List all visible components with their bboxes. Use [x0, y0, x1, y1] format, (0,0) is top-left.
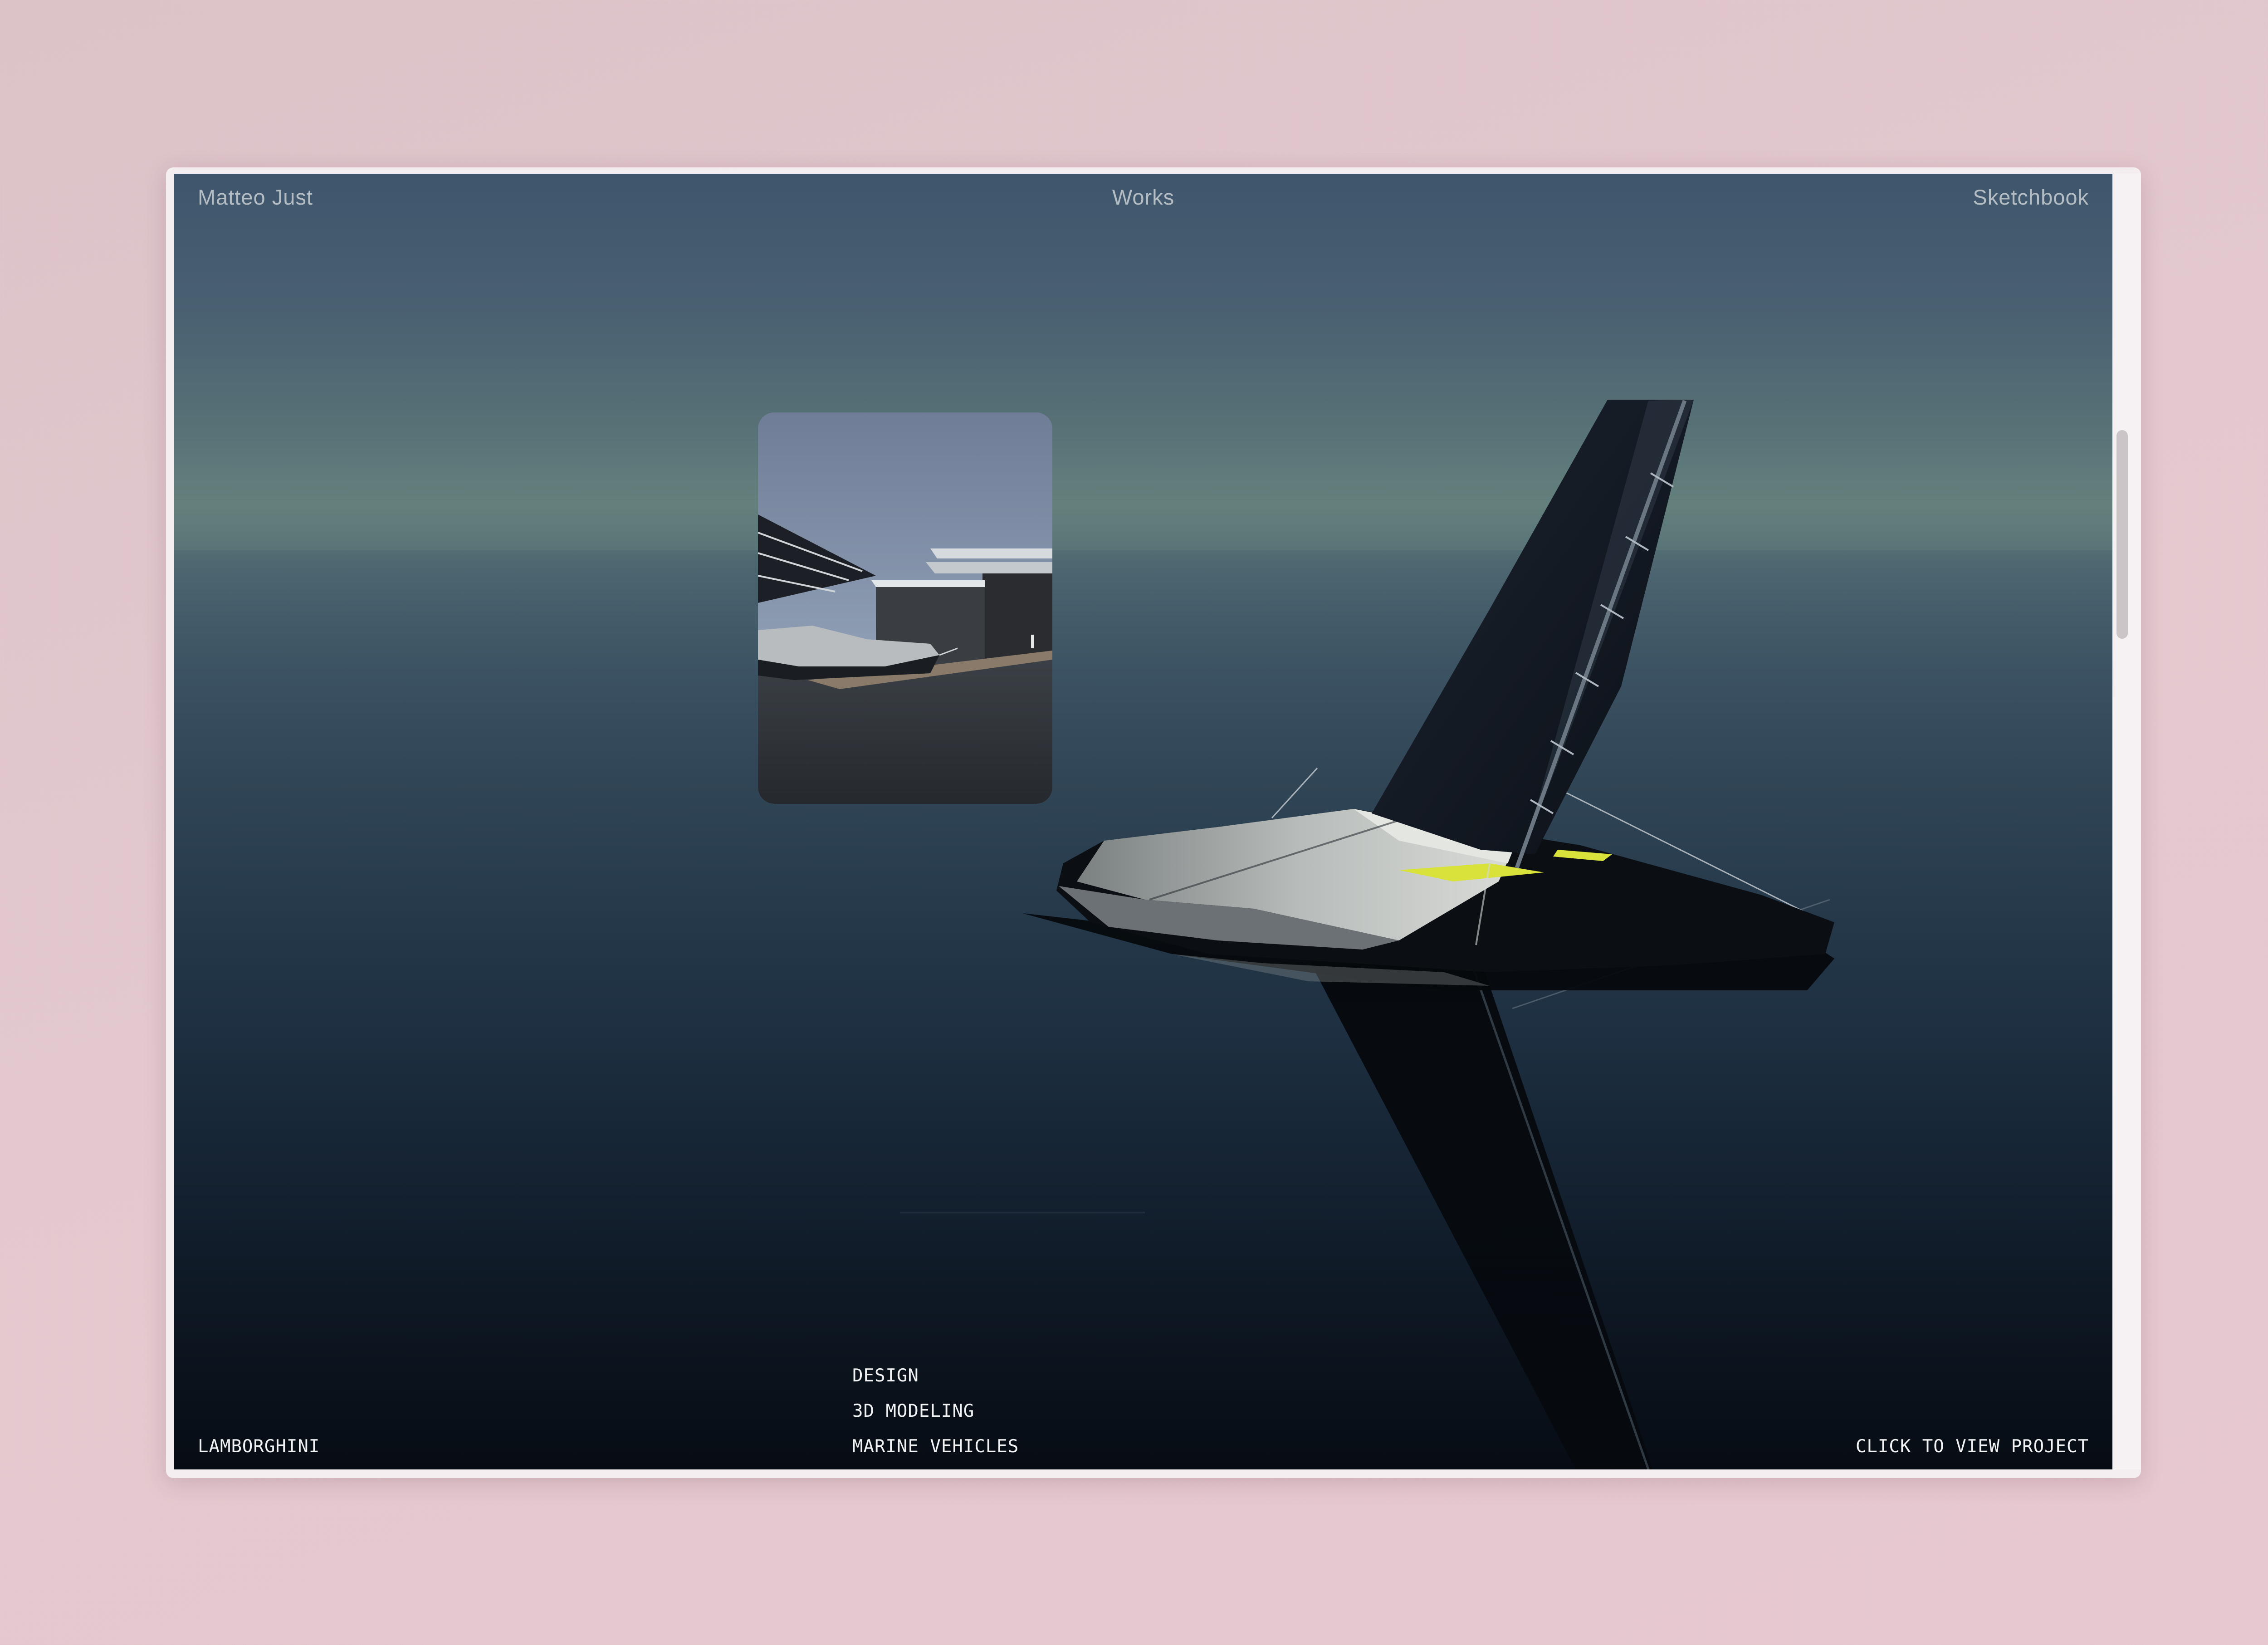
project-viewport[interactable]: Matteo Just Works Sketchbook LAMBORGHINI… [174, 174, 2112, 1469]
view-project-link[interactable]: CLICK TO VIEW PROJECT [1856, 1438, 2089, 1455]
client-label: LAMBORGHINI [198, 1436, 320, 1457]
tag-item: MARINE VEHICLES [852, 1436, 1019, 1457]
project-thumbnail[interactable] [758, 412, 1052, 804]
tag-item: 3D MODELING [852, 1401, 975, 1421]
tag-item: DESIGN [852, 1366, 919, 1386]
scrollbar-thumb[interactable] [2116, 430, 2128, 639]
sketchbook-link[interactable]: Sketchbook [1973, 185, 2089, 210]
works-link[interactable]: Works [174, 185, 2112, 210]
yacht-hero-image [174, 400, 2112, 1469]
scrollbar-track[interactable] [2112, 174, 2141, 1469]
project-tags: DESIGN 3D MODELING MARINE VEHICLES [852, 1367, 1019, 1469]
